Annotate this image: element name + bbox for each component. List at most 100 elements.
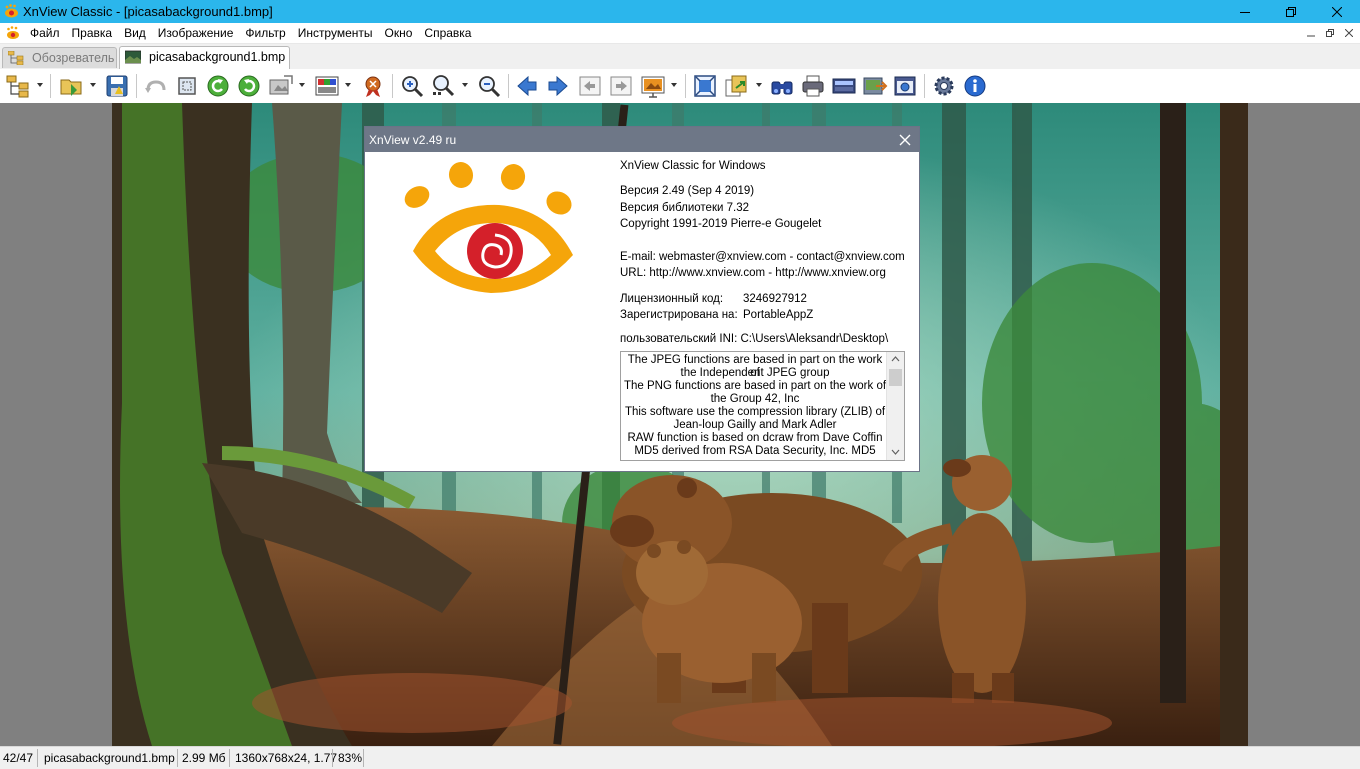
status-filesize: 2.99 Мб — [182, 751, 226, 765]
resize-button[interactable] — [268, 74, 294, 98]
browser-dropdown-arrow[interactable] — [37, 83, 43, 87]
zoom-auto-button[interactable] — [431, 74, 455, 98]
last-button[interactable] — [609, 74, 633, 98]
fullscreen-button[interactable] — [693, 74, 717, 98]
settings-icon — [934, 76, 954, 96]
credits-line: the Group 42, Inc — [710, 393, 800, 405]
maximize-button[interactable] — [1268, 0, 1314, 23]
scroll-down-icon[interactable] — [891, 449, 900, 455]
toolbar-separator — [924, 74, 925, 98]
credits-line: This software use the compression librar… — [624, 406, 886, 418]
xnview-logo-icon — [404, 162, 573, 293]
minimize-icon — [1307, 35, 1315, 37]
zoom-dropdown-arrow[interactable] — [462, 83, 468, 87]
menu-edit[interactable]: Правка — [72, 23, 120, 43]
minimize-button[interactable] — [1222, 0, 1268, 23]
mdi-minimize-button[interactable] — [1303, 25, 1319, 41]
rotate-right-button[interactable] — [237, 74, 261, 98]
email-link[interactable]: E-mail: webmaster@xnview.com - contact@x… — [620, 251, 905, 263]
ribbon-icon — [365, 76, 381, 97]
menu-filter[interactable]: Фильтр — [245, 23, 292, 43]
menu-view[interactable]: Вид — [124, 23, 153, 43]
mdi-restore-button[interactable] — [1322, 25, 1338, 41]
adjust-colors-button[interactable] — [314, 74, 340, 98]
browser-button[interactable] — [6, 74, 30, 98]
zoom-in-button[interactable] — [400, 74, 424, 98]
credits-line: Jean-loup Gailly and Mark Adler — [673, 419, 837, 431]
dialog-title-bar[interactable]: XnView v2.49 ru — [365, 127, 919, 152]
open-dropdown-arrow[interactable] — [90, 83, 96, 87]
toolbar-separator — [136, 74, 137, 98]
menu-image[interactable]: Изображение — [158, 23, 241, 43]
window-title: XnView Classic - [picasabackground1.bmp] — [23, 4, 273, 19]
palette-icon — [315, 76, 339, 96]
capture-icon — [894, 76, 916, 96]
undo-icon — [145, 80, 166, 93]
menu-tools[interactable]: Инструменты — [298, 23, 380, 43]
url-link[interactable]: URL: http://www.xnview.com - http://www.… — [620, 267, 886, 279]
tab-image[interactable]: picasabackground1.bmp — [119, 46, 290, 69]
rotate-left-button[interactable] — [206, 74, 230, 98]
print-icon — [802, 75, 824, 97]
menu-window[interactable]: Окно — [385, 23, 420, 43]
registered-value: PortableAppZ — [743, 309, 814, 321]
toolbar-separator — [392, 74, 393, 98]
minimize-icon — [1240, 11, 1250, 13]
export-button[interactable] — [862, 74, 888, 98]
open-button[interactable] — [59, 74, 85, 98]
scrollbar-thumb[interactable] — [889, 369, 902, 386]
rotate-left-icon — [207, 75, 229, 97]
menu-file[interactable]: Файл — [30, 23, 67, 43]
menu-bar: Файл Правка Вид Изображение Фильтр Инстр… — [0, 23, 1360, 44]
restore-icon — [1326, 29, 1334, 37]
convert-icon — [725, 75, 747, 97]
effects-button[interactable] — [361, 74, 385, 98]
crop-button[interactable] — [175, 74, 199, 98]
resize-dropdown-arrow[interactable] — [299, 83, 305, 87]
close-button[interactable] — [1314, 0, 1360, 23]
convert-dropdown-arrow[interactable] — [756, 83, 762, 87]
zoom-out-icon — [479, 76, 501, 98]
browser-tree-icon — [8, 51, 24, 65]
print-button[interactable] — [801, 74, 825, 98]
toolbar — [0, 69, 1360, 104]
scroll-up-icon[interactable] — [891, 356, 900, 362]
zoom-in-icon — [402, 76, 424, 98]
settings-button[interactable] — [932, 74, 956, 98]
slideshow-button[interactable] — [640, 74, 666, 98]
mdi-close-button[interactable] — [1341, 25, 1357, 41]
image-thumbnail-icon — [125, 50, 141, 64]
close-icon — [1345, 29, 1353, 37]
tab-browser-label: Обозреватель — [32, 51, 115, 65]
find-button[interactable] — [770, 74, 794, 98]
first-button[interactable] — [578, 74, 602, 98]
open-folder-icon — [60, 79, 82, 96]
status-separator — [363, 749, 364, 767]
crop-icon — [178, 77, 196, 95]
tab-browser[interactable]: Обозреватель — [2, 47, 117, 68]
scan-button[interactable] — [832, 74, 856, 98]
previous-button[interactable] — [515, 74, 539, 98]
restore-icon — [1286, 6, 1296, 17]
toolbar-separator — [50, 74, 51, 98]
status-separator — [177, 749, 178, 767]
next-button[interactable] — [546, 74, 570, 98]
tab-strip: Обозреватель picasabackground1.bmp — [0, 44, 1360, 69]
credits-textbox[interactable]: The JPEG functions are based in part on … — [620, 351, 905, 461]
status-bar: 42/47 picasabackground1.bmp 2.99 Мб 1360… — [0, 746, 1360, 769]
status-dimensions: 1360x768x24, 1.77 — [235, 751, 338, 765]
undo-button[interactable] — [144, 74, 168, 98]
dialog-close-icon[interactable] — [897, 132, 913, 148]
palette-dropdown-arrow[interactable] — [345, 83, 351, 87]
credits-line: RAW function is based on dcraw from Dave… — [627, 432, 883, 444]
slideshow-dropdown-arrow[interactable] — [671, 83, 677, 87]
next-icon — [548, 75, 568, 97]
convert-button[interactable] — [724, 74, 750, 98]
credits-scrollbar[interactable] — [886, 352, 904, 460]
credits-line: the Independent JPEG group — [680, 367, 830, 379]
capture-button[interactable] — [893, 74, 917, 98]
info-button[interactable] — [963, 74, 987, 98]
zoom-out-button[interactable] — [477, 74, 501, 98]
save-button[interactable] — [105, 74, 129, 98]
menu-help[interactable]: Справка — [424, 23, 478, 43]
